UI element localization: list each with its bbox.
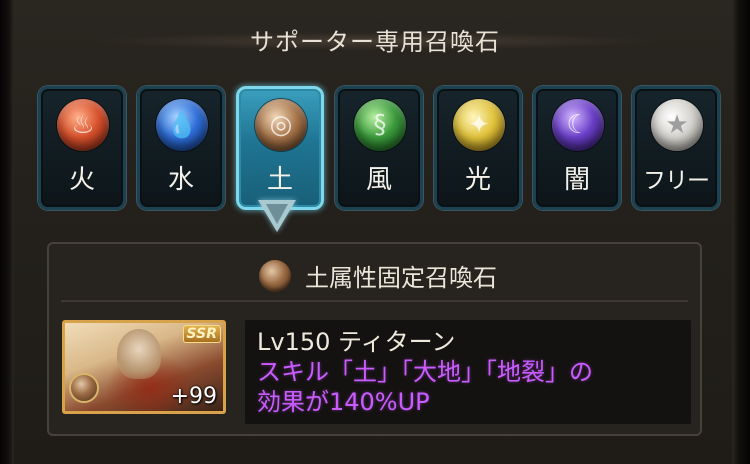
tab-light[interactable]: ✦ 光: [434, 86, 522, 210]
element-tabs: ♨ 火 💧 水 ◎ 土 § 風 ✦ 光 ☾ 闇 ★ フリー: [38, 86, 722, 210]
tab-free[interactable]: ★ フリー: [632, 86, 720, 210]
panel-title: 土属性固定召喚石: [305, 264, 497, 292]
tab-wind-label: 風: [365, 165, 392, 195]
window-border-right: [732, 0, 750, 464]
plus-count: +99: [170, 384, 217, 409]
panel-divider: [61, 300, 688, 302]
tab-earth-label: 土: [266, 165, 293, 195]
selected-tab-pointer-inner: [266, 204, 288, 224]
tab-fire[interactable]: ♨ 火: [38, 86, 126, 210]
wind-element-icon: §: [354, 99, 406, 151]
tab-water[interactable]: 💧 水: [137, 86, 225, 210]
tab-fire-label: 火: [68, 165, 95, 195]
summon-art-figure: [117, 329, 161, 379]
earth-element-icon: [259, 260, 291, 292]
fixed-summon-panel: 土属性固定召喚石 SSR +99 Lv150 ティターン スキル「土」「大地」「…: [47, 242, 702, 436]
earth-element-icon: ◎: [255, 99, 307, 151]
tab-water-label: 水: [167, 165, 194, 195]
tab-light-label: 光: [464, 165, 491, 195]
free-star-icon: ★: [651, 99, 703, 151]
tab-wind[interactable]: § 風: [335, 86, 423, 210]
tab-dark[interactable]: ☾ 闇: [533, 86, 621, 210]
tab-free-label: フリー: [643, 168, 710, 194]
light-element-icon: ✦: [453, 99, 505, 151]
fire-element-icon: ♨: [57, 99, 109, 151]
summon-description: Lv150 ティターン スキル「土」「大地」「地裂」の 効果が140%UP: [245, 320, 691, 424]
earth-element-icon: [69, 373, 99, 403]
tab-dark-label: 闇: [563, 165, 590, 195]
tab-earth[interactable]: ◎ 土: [236, 86, 324, 210]
dark-element-icon: ☾: [552, 99, 604, 151]
summon-thumbnail[interactable]: SSR +99: [62, 320, 226, 414]
section-title: サポーター専用召喚石: [250, 28, 500, 56]
window-border-left: [0, 0, 14, 464]
support-summon-window: サポーター専用召喚石 ♨ 火 💧 水 ◎ 土 § 風 ✦ 光 ☾ 闇 ★ フリー: [0, 0, 750, 464]
water-element-icon: 💧: [156, 99, 208, 151]
rarity-badge: SSR: [182, 325, 221, 343]
summon-effect-line-2: 効果が140%UP: [257, 388, 430, 416]
